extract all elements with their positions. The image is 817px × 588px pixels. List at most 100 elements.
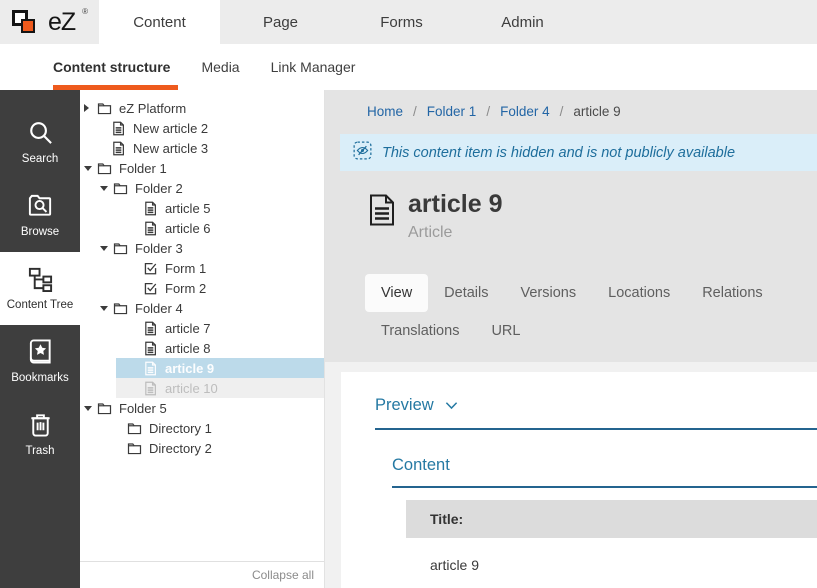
- tab-translations[interactable]: Translations: [365, 312, 475, 350]
- sidebar-item-trash[interactable]: Trash: [0, 398, 80, 471]
- hidden-eye-icon: [353, 141, 372, 164]
- sidebar-item-label: Browse: [21, 226, 59, 238]
- tree-item-directory-1[interactable]: Directory 1: [80, 418, 324, 438]
- tree-item-label: New article 2: [133, 121, 208, 136]
- breadcrumb-separator: /: [413, 104, 417, 119]
- collapse-arrow-icon[interactable]: [100, 306, 113, 311]
- folder-icon: [113, 241, 128, 256]
- content-header: article 9 Article: [325, 171, 817, 242]
- tree-item-label: Folder 2: [135, 181, 183, 196]
- tree-item-article-9[interactable]: article 9: [80, 358, 324, 378]
- top-tab-page[interactable]: Page: [220, 0, 341, 44]
- article-icon: [143, 201, 158, 216]
- subnav-item-link-manager[interactable]: Link Manager: [271, 44, 356, 90]
- preview-card: Preview Content Title:article 9: [341, 372, 817, 588]
- subnav-item-media[interactable]: Media: [201, 44, 239, 90]
- tab-relations[interactable]: Relations: [686, 274, 778, 312]
- tree-item-directory-2[interactable]: Directory 2: [80, 438, 324, 458]
- content-tree-panel: eZ Platform New article 2 New article 3 Fol…: [80, 90, 325, 588]
- tree-item-article-10[interactable]: article 10: [80, 378, 324, 398]
- tree-item-article-6[interactable]: article 6: [80, 218, 324, 238]
- lower-panel: Preview Content Title:article 9: [325, 362, 817, 588]
- top-tab-content[interactable]: Content: [99, 0, 220, 44]
- breadcrumb-current: article 9: [573, 104, 620, 119]
- folder-icon: [97, 161, 112, 176]
- tab-locations[interactable]: Locations: [592, 274, 686, 312]
- collapse-arrow-icon[interactable]: [100, 246, 113, 251]
- expand-arrow-icon[interactable]: [84, 104, 97, 112]
- tree-item-folder-5[interactable]: Folder 5: [80, 398, 324, 418]
- tree-item-new-article-2[interactable]: New article 2: [80, 118, 324, 138]
- tree-item-label: Folder 4: [135, 301, 183, 316]
- tree-item-article-5[interactable]: article 5: [80, 198, 324, 218]
- top-nav: ContentPageFormsAdmin: [99, 0, 583, 44]
- bookmarks-icon: [27, 338, 54, 365]
- tab-versions[interactable]: Versions: [505, 274, 593, 312]
- folder-icon: [113, 181, 128, 196]
- tree-item-folder-4[interactable]: Folder 4: [80, 298, 324, 318]
- collapse-arrow-icon[interactable]: [84, 166, 97, 171]
- secondary-nav: Content structure Media Link Manager: [0, 44, 817, 90]
- title-block: article 9 Article: [408, 191, 503, 242]
- tree-item-form-1[interactable]: Form 1: [80, 258, 324, 278]
- tree-item-folder-3[interactable]: Folder 3: [80, 238, 324, 258]
- folder-icon: [113, 301, 128, 316]
- preview-section-toggle[interactable]: Preview: [375, 396, 817, 430]
- body-row: Search Browse Content Tree Bookmarks Trash e…: [0, 90, 817, 588]
- search-icon: [27, 119, 54, 146]
- tree-item-label: Form 2: [165, 281, 206, 296]
- tree-item-label: article 9: [165, 361, 214, 376]
- field-label: Title:: [406, 500, 817, 538]
- form-icon: [143, 281, 158, 296]
- sidebar-item-search[interactable]: Search: [0, 106, 80, 179]
- tree-item-label: article 7: [165, 321, 211, 336]
- top-tab-forms[interactable]: Forms: [341, 0, 462, 44]
- collapse-arrow-icon[interactable]: [100, 186, 113, 191]
- tree-item-folder-2[interactable]: Folder 2: [80, 178, 324, 198]
- sidebar-item-content-tree[interactable]: Content Tree: [0, 252, 80, 325]
- tree-item-label: Form 1: [165, 261, 206, 276]
- tree-item-label: New article 3: [133, 141, 208, 156]
- subnav-item-content-structure[interactable]: Content structure: [53, 44, 170, 90]
- tree-item-label: article 10: [165, 381, 218, 396]
- tab-details[interactable]: Details: [428, 274, 504, 312]
- folder-icon: [127, 441, 142, 456]
- tree-item-ez-platform[interactable]: eZ Platform: [80, 98, 324, 118]
- sidebar-item-bookmarks[interactable]: Bookmarks: [0, 325, 80, 398]
- collapse-all-button[interactable]: Collapse all: [252, 568, 314, 582]
- browse-icon: [27, 192, 54, 219]
- logo-text: eZ: [48, 8, 75, 37]
- tree-item-new-article-3[interactable]: New article 3: [80, 138, 324, 158]
- tab-view[interactable]: View: [365, 274, 428, 312]
- tree-item-folder-1[interactable]: Folder 1: [80, 158, 324, 178]
- breadcrumb-link-home[interactable]: Home: [367, 104, 403, 119]
- sidebar-item-browse[interactable]: Browse: [0, 179, 80, 252]
- tree-item-label: article 6: [165, 221, 211, 236]
- sidebar-item-label: Bookmarks: [11, 372, 69, 384]
- tree-item-label: Folder 1: [119, 161, 167, 176]
- sidebar-item-label: Trash: [26, 445, 55, 457]
- tree-item-label: eZ Platform: [119, 101, 186, 116]
- tab-url[interactable]: URL: [475, 312, 536, 350]
- page-title: article 9: [408, 191, 503, 219]
- collapse-arrow-icon[interactable]: [84, 406, 97, 411]
- top-tab-admin[interactable]: Admin: [462, 0, 583, 44]
- ez-admin-screen: eZ ® ContentPageFormsAdmin Content struc…: [0, 0, 817, 588]
- breadcrumb-link-folder-1[interactable]: Folder 1: [427, 104, 477, 119]
- field-value: article 9: [406, 538, 817, 588]
- notice-text: This content item is hidden and is not p…: [382, 145, 735, 161]
- article-icon: [369, 194, 395, 226]
- tree-item-form-2[interactable]: Form 2: [80, 278, 324, 298]
- breadcrumb: Home/Folder 1/Folder 4/article 9: [325, 90, 817, 122]
- tree-item-article-7[interactable]: article 7: [80, 318, 324, 338]
- field-list: Title:article 9: [406, 500, 817, 588]
- preview-section-title: Preview: [375, 396, 434, 415]
- folder-icon: [97, 401, 112, 416]
- top-bar: eZ ® ContentPageFormsAdmin: [0, 0, 817, 44]
- article-icon: [143, 381, 158, 396]
- ez-logo-icon: [11, 8, 41, 36]
- breadcrumb-link-folder-4[interactable]: Folder 4: [500, 104, 550, 119]
- main-content: Home/Folder 1/Folder 4/article 9 This co…: [325, 90, 817, 588]
- tree-item-label: Folder 3: [135, 241, 183, 256]
- tree-item-article-8[interactable]: article 8: [80, 338, 324, 358]
